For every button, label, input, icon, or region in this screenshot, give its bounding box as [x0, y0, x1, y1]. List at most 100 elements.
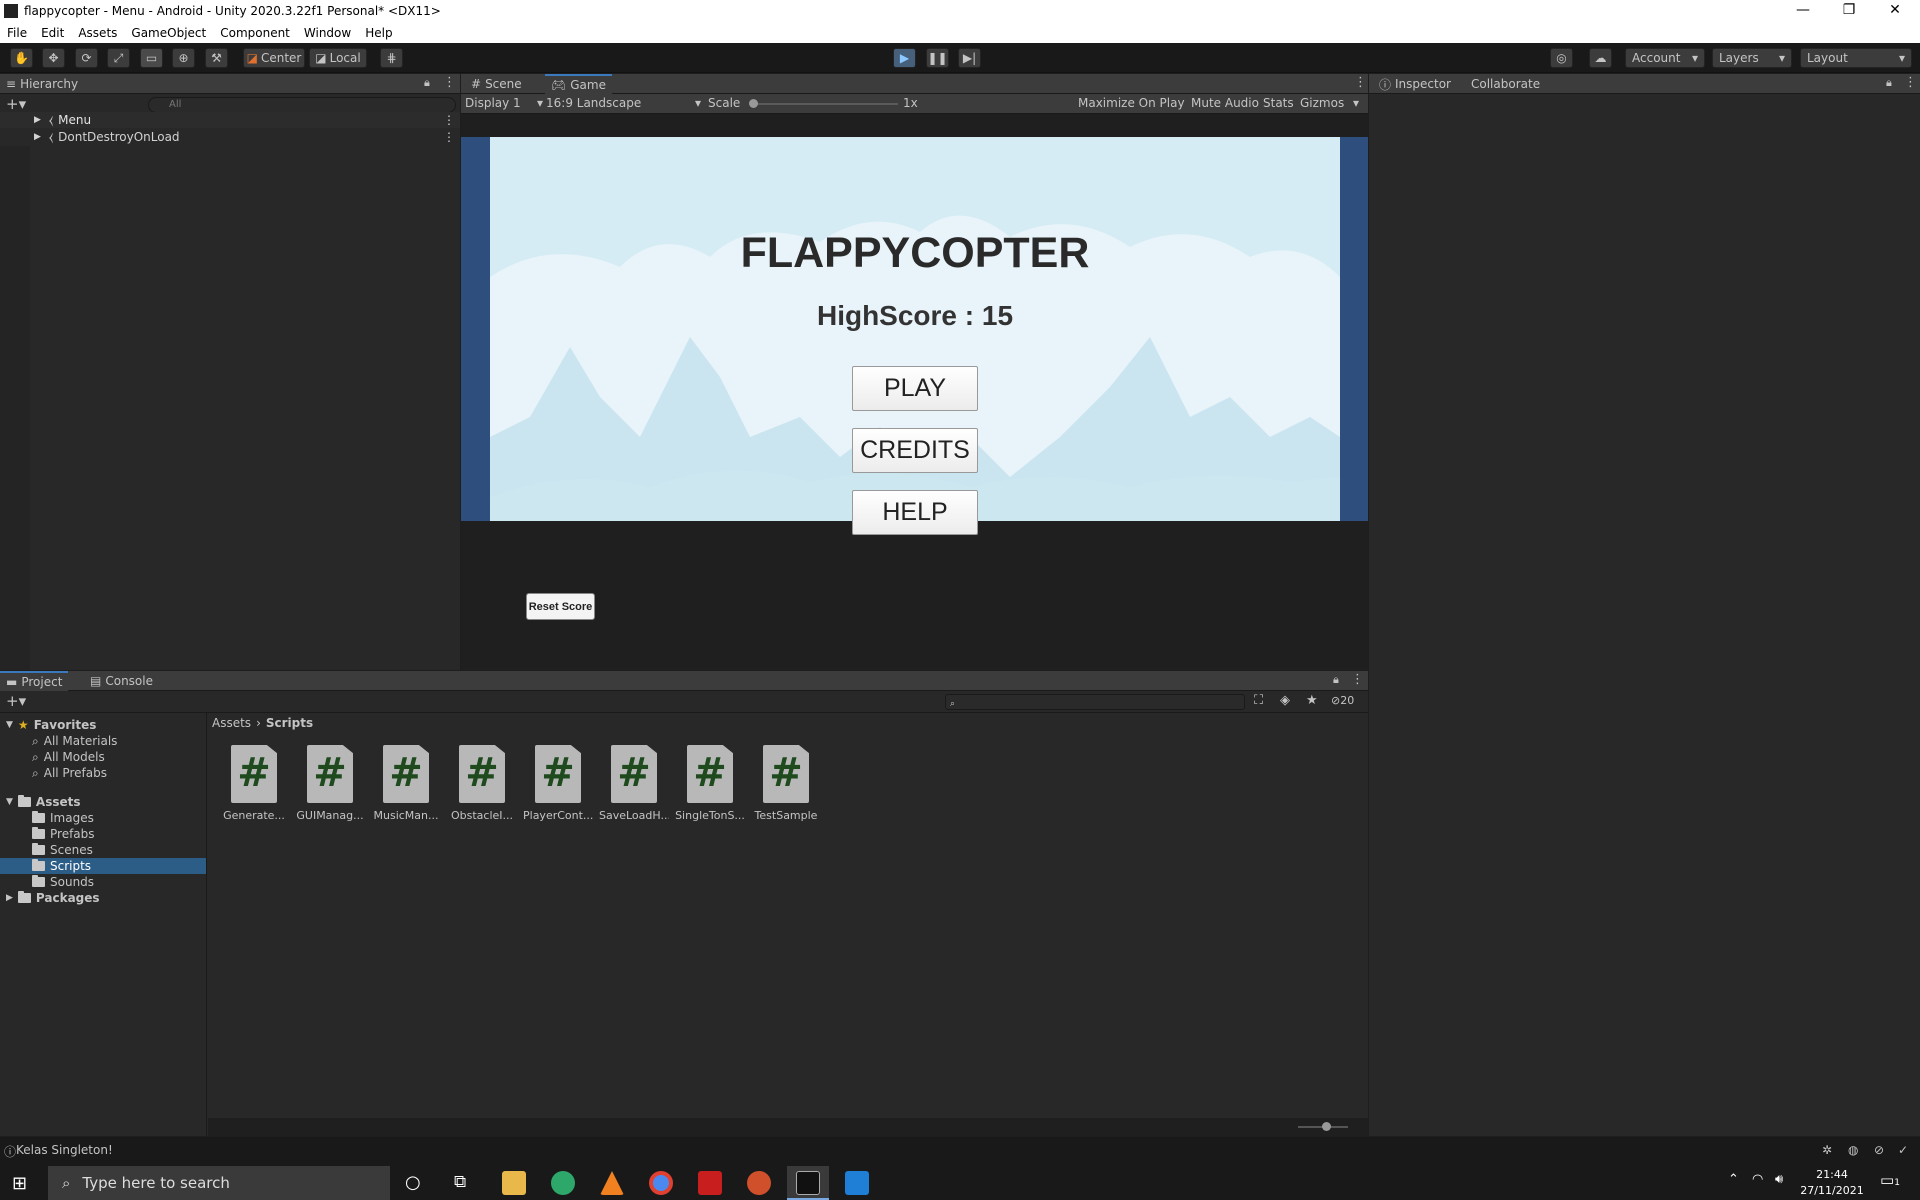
hierarchy-item-dontdestroyonload[interactable]: ▶ ⧼ DontDestroyOnLoad ⋮	[0, 129, 460, 145]
scale-slider-handle[interactable]	[749, 99, 758, 108]
pivot-local-button[interactable]: ◪ Local	[309, 48, 367, 68]
help-menu-button[interactable]: HELP	[852, 490, 978, 535]
zoom-slider-handle[interactable]	[1322, 1122, 1331, 1131]
volume-icon[interactable]: 🔊︎	[1775, 1172, 1783, 1187]
wifi-icon[interactable]: ◠	[1752, 1172, 1763, 1187]
more-icon[interactable]: ⋮	[1351, 672, 1364, 687]
play-menu-button[interactable]: PLAY	[852, 366, 978, 411]
services-icon[interactable]: ◎	[1550, 48, 1573, 68]
aspect-dropdown[interactable]: 16:9 Landscape ▾	[546, 96, 701, 110]
powerpoint-icon[interactable]	[747, 1171, 771, 1195]
more-icon[interactable]: ⋮	[443, 130, 455, 144]
cortana-icon[interactable]: ○	[405, 1172, 421, 1193]
taskbar-search-box[interactable]: ⌕ Type here to search	[48, 1166, 390, 1200]
maximize-on-play-toggle[interactable]: Maximize On Play	[1078, 96, 1185, 110]
project-search-input[interactable]: ⌕	[945, 694, 1245, 710]
close-icon[interactable]: ✕	[1872, 0, 1918, 22]
script-asset[interactable]: # ObstacleI...	[447, 745, 517, 822]
step-button[interactable]: ▶|	[958, 48, 981, 68]
script-asset[interactable]: # SingleTonS...	[675, 745, 745, 822]
tab-inspector[interactable]: ⓘ Inspector	[1373, 74, 1457, 94]
chrome-icon[interactable]	[649, 1171, 673, 1195]
rect-tool-icon[interactable]: ▭	[140, 48, 163, 68]
menu-assets[interactable]: Assets	[71, 26, 124, 40]
play-button[interactable]: ▶	[893, 48, 916, 68]
credits-menu-button[interactable]: CREDITS	[852, 428, 978, 473]
script-asset[interactable]: # TestSample	[751, 745, 821, 822]
tab-console[interactable]: ▤ Console	[84, 671, 159, 691]
menu-component[interactable]: Component	[213, 26, 297, 40]
status-message[interactable]: Kelas Singleton!	[16, 1143, 113, 1157]
script-asset[interactable]: # Generate...	[219, 745, 289, 822]
scale-slider[interactable]	[750, 103, 898, 105]
add-icon[interactable]: +▾	[6, 692, 26, 710]
grid-snap-icon[interactable]: ⋕	[380, 48, 403, 68]
check-icon[interactable]: ✓	[1898, 1143, 1908, 1157]
layout-dropdown[interactable]: Layout ▾	[1800, 48, 1912, 68]
packages-folder[interactable]: ▶ Packages	[6, 890, 100, 906]
upwork-icon[interactable]	[551, 1171, 575, 1195]
hierarchy-item-menu[interactable]: ▶ ⧼ Menu ⋮	[0, 112, 460, 128]
layers-dropdown[interactable]: Layers ▾	[1712, 48, 1792, 68]
expand-arrow-icon[interactable]: ▶	[34, 115, 41, 125]
scale-tool-icon[interactable]: ⤢	[107, 48, 130, 68]
more-icon[interactable]: ⋮	[443, 75, 456, 90]
breadcrumb-assets[interactable]: Assets	[212, 716, 251, 730]
restore-icon[interactable]: ❐	[1826, 0, 1872, 22]
hidden-packages-toggle[interactable]: ⊘20	[1331, 694, 1354, 707]
pause-button[interactable]: ❚❚	[926, 48, 949, 68]
menu-edit[interactable]: Edit	[34, 26, 71, 40]
folder-prefabs[interactable]: Prefabs	[32, 826, 95, 842]
menu-window[interactable]: Window	[297, 26, 358, 40]
assets-folder[interactable]: ▼ Assets	[6, 794, 81, 810]
lock-icon[interactable]: 🔒︎	[424, 76, 430, 90]
minimize-icon[interactable]: —	[1780, 0, 1826, 22]
favorite-all-prefabs[interactable]: ⌕ All Prefabs	[32, 765, 107, 781]
move-tool-icon[interactable]: ✥	[42, 48, 65, 68]
stats-toggle[interactable]: Stats	[1263, 96, 1294, 110]
favorite-all-materials[interactable]: ⌕ All Materials	[32, 733, 117, 749]
task-view-icon[interactable]: ⧉	[454, 1172, 466, 1192]
script-asset[interactable]: # MusicMan...	[371, 745, 441, 822]
network-icon[interactable]: ⊘	[1874, 1143, 1884, 1157]
custom-tool-icon[interactable]: ⚒	[205, 48, 228, 68]
file-explorer-icon[interactable]	[502, 1171, 526, 1195]
transform-tool-icon[interactable]: ⊕	[172, 48, 195, 68]
vscode-icon[interactable]	[845, 1171, 869, 1195]
more-icon[interactable]: ⋮	[443, 113, 455, 127]
breadcrumb-scripts[interactable]: Scripts	[266, 716, 313, 730]
bug-icon[interactable]: ✲	[1822, 1143, 1832, 1157]
taskbar-clock[interactable]: 21:44 27/11/2021	[1792, 1166, 1872, 1200]
gizmos-toggle[interactable]: Gizmos	[1300, 96, 1344, 110]
favorites-header[interactable]: ▼ ★ Favorites	[6, 717, 96, 733]
account-dropdown[interactable]: Account ▾	[1625, 48, 1705, 68]
unity-icon[interactable]	[796, 1171, 820, 1195]
script-asset[interactable]: # PlayerCont...	[523, 745, 593, 822]
chevron-up-icon[interactable]: ⌃	[1728, 1172, 1739, 1187]
acrobat-icon[interactable]	[698, 1171, 722, 1195]
display-dropdown[interactable]: Display 1 ▾	[465, 96, 543, 110]
script-asset[interactable]: # SaveLoadH...	[599, 745, 669, 822]
chevron-down-icon[interactable]: ▾	[1353, 96, 1359, 110]
expand-arrow-icon[interactable]: ▶	[34, 132, 41, 142]
tab-project[interactable]: ▬ Project	[0, 671, 69, 691]
tab-scene[interactable]: # Scene	[465, 74, 528, 94]
pivot-center-button[interactable]: ◪ Center	[243, 48, 305, 68]
rotate-tool-icon[interactable]: ⟳	[75, 48, 98, 68]
menu-help[interactable]: Help	[358, 26, 399, 40]
star-icon[interactable]: ★	[1306, 693, 1318, 708]
reset-score-button[interactable]: Reset Score	[526, 593, 595, 620]
menu-gameobject[interactable]: GameObject	[124, 26, 213, 40]
tab-collaborate[interactable]: Collaborate	[1465, 74, 1546, 94]
menu-file[interactable]: File	[0, 26, 34, 40]
tab-game[interactable]: 🎮︎ Game	[545, 74, 612, 94]
mute-audio-toggle[interactable]: Mute Audio	[1191, 96, 1259, 110]
tab-hierarchy[interactable]: ≡ Hierarchy	[0, 74, 84, 94]
folder-scripts[interactable]: Scripts	[0, 858, 206, 874]
hand-tool-icon[interactable]: ✋	[10, 48, 33, 68]
lock-icon[interactable]: 🔒︎	[1333, 673, 1339, 687]
more-icon[interactable]: ⋮	[1354, 75, 1367, 90]
windows-start-icon[interactable]: ⊞	[12, 1173, 27, 1194]
folder-images[interactable]: Images	[32, 810, 94, 826]
cache-icon[interactable]: ◍	[1848, 1143, 1858, 1157]
